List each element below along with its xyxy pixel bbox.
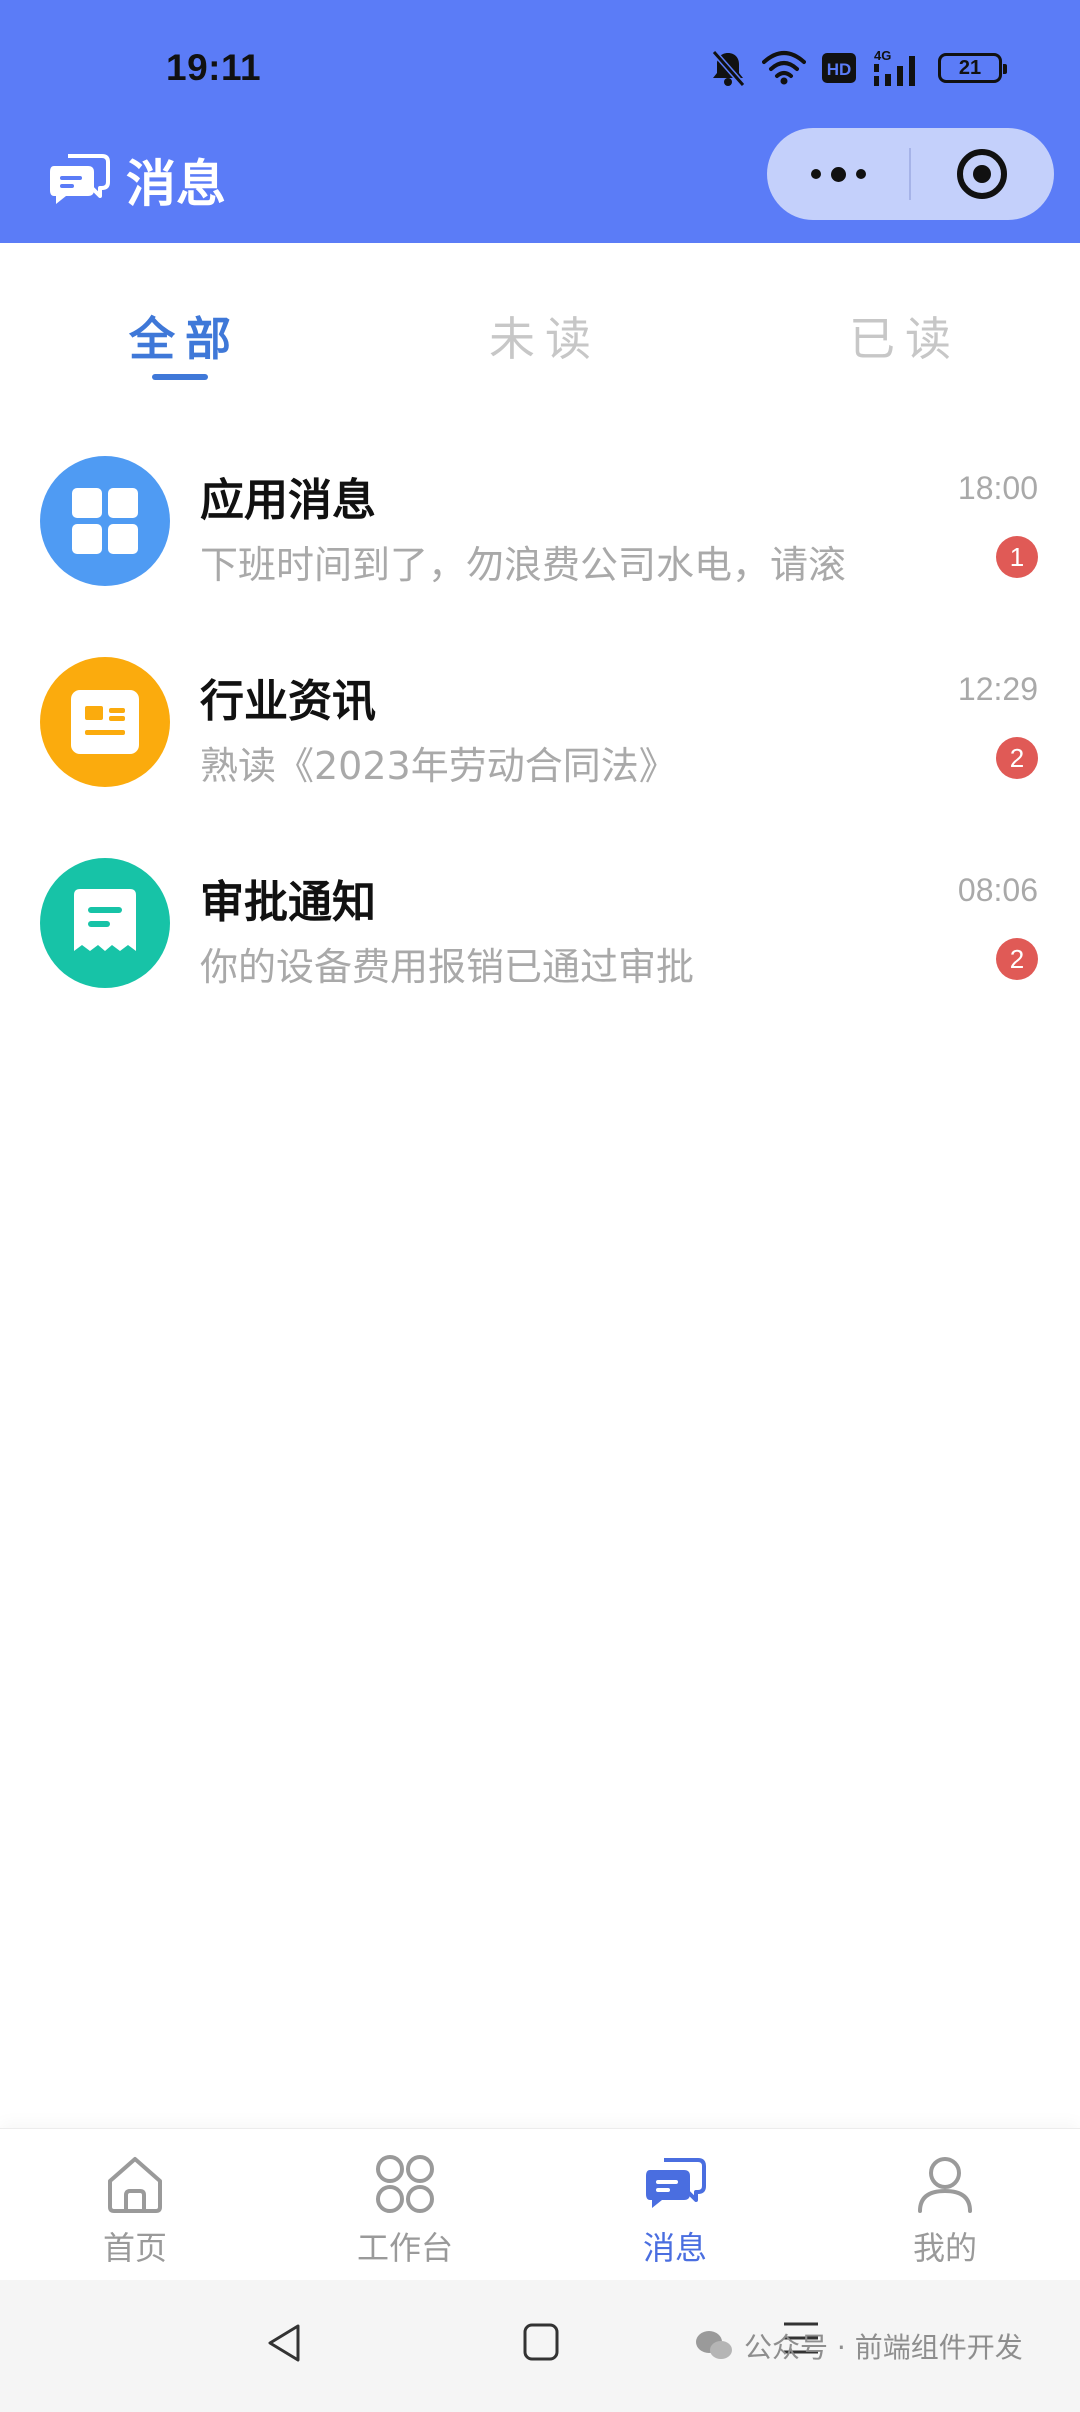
avatar — [40, 858, 170, 988]
user-icon — [918, 2157, 972, 2213]
bell-off-icon — [711, 50, 746, 87]
tab-active-indicator — [152, 374, 208, 380]
more-dot-icon — [810, 169, 821, 179]
tabbar-mine[interactable]: 我的 — [810, 2129, 1080, 2281]
news-icon — [71, 690, 139, 754]
wechat-icon — [696, 2331, 732, 2359]
message-preview: 下班时间到了，勿浪费公司水电，请滚 — [200, 543, 847, 587]
watermark-text: 公众号 · 前端组件开发 — [744, 2331, 1023, 2364]
bottom-tabbar: 首页 工作台 消息 我的 — [0, 2128, 1080, 2280]
close-miniprogram-button[interactable] — [911, 128, 1053, 220]
svg-text:4G: 4G — [874, 48, 891, 63]
status-bar: 19:11 HD 4G 21 — [0, 0, 1080, 130]
receipt-icon — [74, 889, 136, 951]
title-bar: 消息 — [0, 128, 1080, 243]
message-icon — [646, 2158, 706, 2208]
tabbar-label: 工作台 — [356, 2229, 453, 2267]
more-dot-icon — [855, 169, 866, 179]
battery-icon: 21 — [938, 53, 1007, 83]
signal-icon: 4G — [874, 48, 915, 86]
message-time: 12:29 — [957, 671, 1038, 707]
target-close-icon — [957, 149, 1007, 199]
avatar — [40, 456, 170, 586]
unread-badge: 2 — [996, 938, 1038, 980]
capsule-menu — [767, 128, 1054, 220]
tabbar-message[interactable]: 消息 — [540, 2129, 810, 2281]
message-preview: 你的设备费用报销已通过审批 — [200, 945, 695, 989]
system-navigation-bar: 公众号 · 前端组件开发 — [0, 2280, 1080, 2412]
message-preview: 熟读《2023年劳动合同法》 — [200, 744, 677, 788]
message-item-app[interactable]: 应用消息 下班时间到了，勿浪费公司水电，请滚 18:00 1 — [0, 420, 1080, 621]
battery-level: 21 — [958, 56, 982, 79]
tab-all[interactable]: 全部 — [0, 243, 360, 393]
tabbar-home[interactable]: 首页 — [0, 2129, 270, 2281]
tab-read[interactable]: 已读 — [720, 243, 1080, 393]
home-icon — [108, 2157, 162, 2213]
svg-text:HD: HD — [827, 60, 852, 79]
status-time: 19:11 — [166, 47, 262, 88]
workbench-icon — [376, 2155, 434, 2213]
more-button[interactable] — [767, 128, 909, 220]
hd-icon: HD — [822, 53, 856, 83]
tabbar-label: 消息 — [642, 2229, 707, 2267]
unread-badge: 1 — [996, 536, 1038, 578]
back-icon[interactable] — [264, 2322, 304, 2364]
chat-bubbles-icon — [50, 154, 110, 204]
tabbar-label: 我的 — [912, 2229, 977, 2267]
message-title: 应用消息 — [200, 475, 376, 526]
more-dot-icon — [830, 166, 846, 182]
header: 19:11 HD 4G 21 消息 — [0, 0, 1080, 243]
message-time: 18:00 — [957, 470, 1038, 506]
filter-tabs: 全部 未读 已读 — [0, 243, 1080, 393]
avatar — [40, 657, 170, 787]
home-square-icon[interactable] — [522, 2322, 560, 2362]
tab-unread[interactable]: 未读 — [360, 243, 720, 393]
tab-label: 未读 — [489, 312, 601, 366]
unread-badge: 2 — [996, 737, 1038, 779]
screen: 19:11 HD 4G 21 消息 全部 未读 已读 应用消息 下班时间到了，勿… — [0, 0, 1080, 2412]
grid-apps-icon — [72, 488, 138, 554]
tabbar-workbench[interactable]: 工作台 — [270, 2129, 540, 2281]
wifi-icon — [762, 51, 806, 85]
message-item-approval[interactable]: 审批通知 你的设备费用报销已通过审批 08:06 2 — [0, 822, 1080, 1023]
status-icons: HD 4G 21 — [710, 46, 1007, 90]
tab-label: 已读 — [849, 312, 961, 366]
page-title: 消息 — [126, 155, 226, 213]
message-list: 应用消息 下班时间到了，勿浪费公司水电，请滚 18:00 1 行业资讯 熟读《2… — [0, 420, 1080, 1023]
message-time: 08:06 — [957, 872, 1038, 908]
tabbar-label: 首页 — [102, 2229, 167, 2267]
message-item-news[interactable]: 行业资讯 熟读《2023年劳动合同法》 12:29 2 — [0, 621, 1080, 822]
watermark: 公众号 · 前端组件开发 — [694, 2326, 1023, 2366]
message-title: 行业资讯 — [200, 676, 376, 727]
message-title: 审批通知 — [200, 877, 376, 928]
